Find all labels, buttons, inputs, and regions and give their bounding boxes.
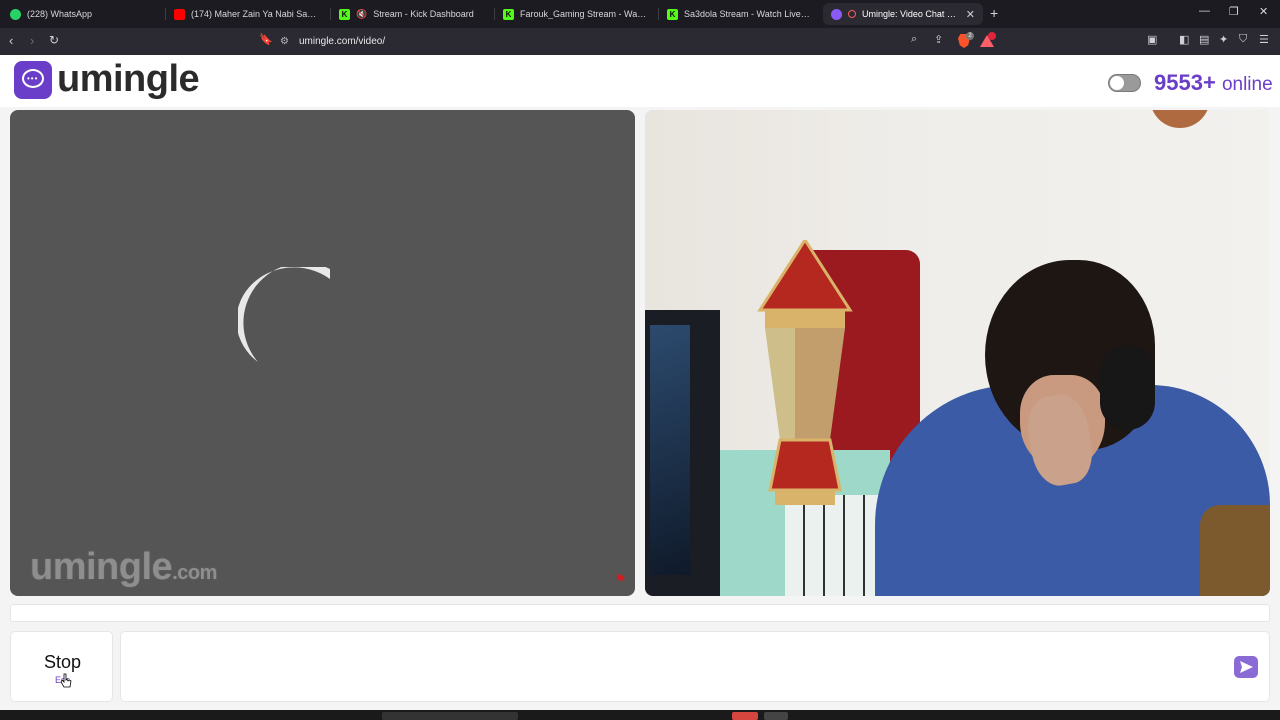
umingle-logo-icon[interactable]: ••• — [14, 61, 52, 99]
os-taskbar — [0, 710, 1280, 720]
logo-text[interactable]: umingle — [57, 58, 200, 101]
stranger-video: umingle.com ⚑ — [10, 110, 635, 596]
send-button[interactable] — [1234, 656, 1258, 678]
restore-button[interactable]: ❐ — [1229, 5, 1239, 18]
tab-youtube[interactable]: (174) Maher Zain Ya Nabi Salam Alay — [166, 3, 326, 25]
split-view-icon[interactable]: ◧ — [1179, 33, 1189, 46]
whatsapp-icon — [10, 8, 21, 20]
zoom-icon[interactable]: ⌕ — [911, 33, 917, 46]
youtube-icon — [174, 8, 185, 20]
tab-kick-dashboard[interactable]: K 🔇 Stream - Kick Dashboard — [331, 3, 491, 25]
tab-farouk-gaming[interactable]: K Farouk_Gaming Stream - Watch Live — [495, 3, 655, 25]
lantern-image — [757, 240, 853, 505]
minimize-button[interactable]: — — [1199, 5, 1210, 17]
taskbar-app[interactable] — [382, 712, 518, 720]
address-bar[interactable]: ⚙ umingle.com/video/ — [280, 31, 1000, 52]
vpn-icon[interactable]: ⛉ — [1239, 33, 1247, 46]
report-flag-icon[interactable]: ⚑ — [614, 572, 628, 586]
loading-spinner-icon — [238, 267, 330, 362]
kick-icon: K — [503, 8, 514, 20]
taskbar-app[interactable] — [732, 712, 758, 720]
close-tab-icon[interactable]: ✕ — [966, 8, 975, 21]
tab-sa3dola[interactable]: K Sa3dola Stream - Watch Live on Kick — [659, 3, 819, 25]
menu-icon[interactable]: ☰ — [1259, 33, 1269, 46]
new-tab-button[interactable]: + — [990, 5, 998, 21]
stop-button[interactable]: Stop Esc — [10, 631, 113, 702]
taskbar-app[interactable] — [764, 712, 788, 720]
self-video — [645, 110, 1270, 596]
chat-input[interactable] — [120, 631, 1270, 702]
umingle-page: ••• umingle 9553+ online umingle.com ⚑ S… — [0, 55, 1280, 710]
mouse-cursor-icon — [60, 673, 72, 688]
muted-audio-icon[interactable]: 🔇 — [356, 9, 367, 20]
bookmark-icon[interactable]: 🔖 — [259, 33, 273, 46]
umingle-watermark: umingle.com — [30, 546, 217, 588]
umingle-icon — [831, 8, 842, 20]
url-text[interactable]: umingle.com/video/ — [299, 36, 385, 47]
close-window-button[interactable]: ✕ — [1259, 5, 1268, 18]
forward-button[interactable]: › — [30, 33, 34, 48]
send-icon — [1240, 661, 1253, 673]
chat-log — [10, 604, 1270, 622]
browser-toolbar: ‹ › ↻ 🔖 ⚙ umingle.com/video/ ⌕ ⇪ 2 ▣ ◧ ▤… — [0, 28, 1280, 55]
shields-count-badge: 2 — [966, 32, 974, 40]
site-header: ••• umingle 9553+ online — [0, 55, 1280, 107]
kick-icon: K — [339, 8, 350, 20]
rewards-badge — [988, 32, 996, 40]
tab-whatsapp[interactable]: (228) WhatsApp — [2, 3, 162, 25]
kick-icon: K — [667, 8, 678, 20]
sidebar-toggle-icon[interactable]: ▣ — [1147, 33, 1157, 46]
share-icon[interactable]: ⇪ — [934, 33, 943, 46]
browser-tab-bar: (228) WhatsApp (174) Maher Zain Ya Nabi … — [0, 0, 1280, 28]
tab-umingle[interactable]: Umingle: Video Chat with Str ✕ — [823, 3, 983, 25]
reload-icon[interactable]: ↻ — [49, 33, 59, 47]
wallet-icon[interactable]: ▤ — [1199, 33, 1209, 46]
online-counter: 9553+ online — [1154, 70, 1273, 95]
theme-toggle[interactable] — [1108, 74, 1141, 92]
site-info-icon[interactable]: ⚙ — [280, 36, 289, 47]
back-button[interactable]: ‹ — [9, 33, 13, 48]
recording-icon — [848, 10, 856, 18]
leo-ai-icon[interactable]: ✦ — [1219, 33, 1228, 46]
